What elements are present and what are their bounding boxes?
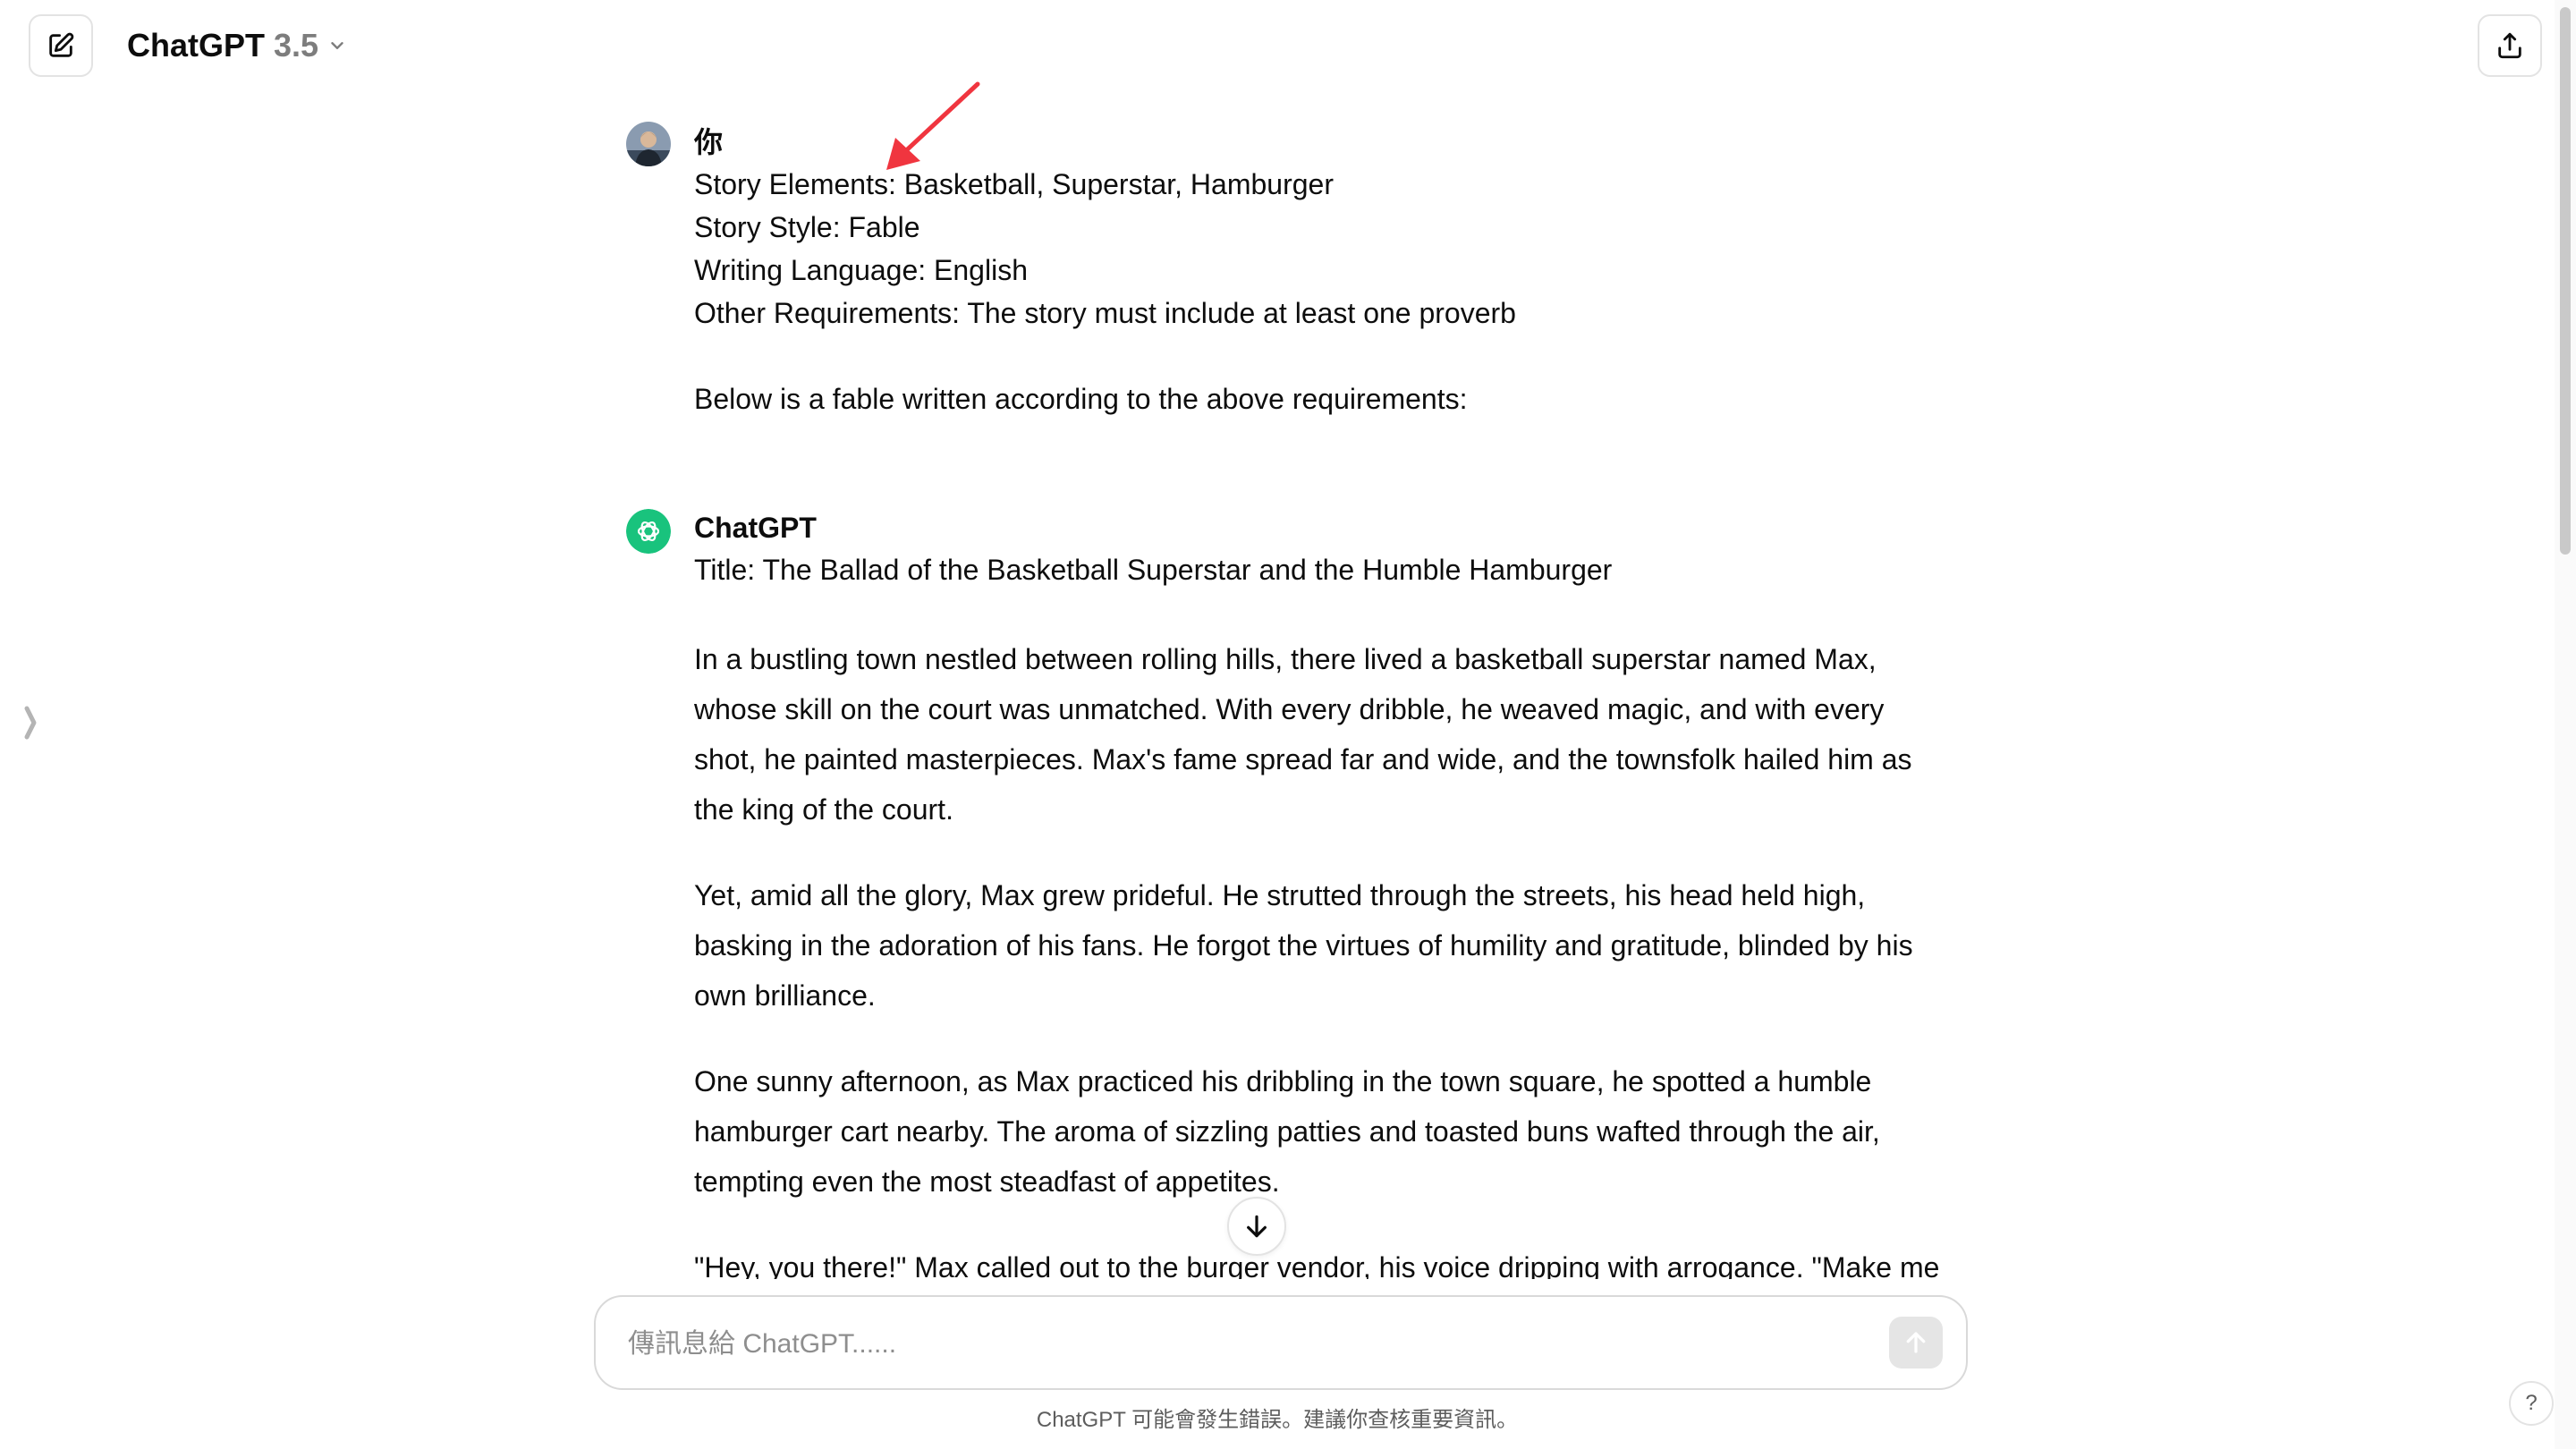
scrollbar[interactable] [2555,0,2576,1449]
scrollbar-thumb[interactable] [2560,7,2571,555]
share-upload-icon [2498,32,2521,59]
story-paragraph: Yet, amid all the glory, Max grew pridef… [694,879,1913,1012]
user-message-line: Story Style: Fable [694,211,920,243]
user-message-line: Below is a fable written according to th… [694,383,1468,415]
story-title: Title: The Ballad of the Basketball Supe… [694,554,1613,586]
share-button[interactable] [2478,14,2542,77]
new-chat-button[interactable] [29,14,93,77]
message-input[interactable] [626,1320,1828,1368]
user-message-line: Writing Language: English [694,254,1028,286]
chatgpt-logo-icon [626,509,671,554]
conversation-thread: 你 Story Elements: Basketball, Superstar,… [0,0,2576,1279]
chevron-right-icon [24,706,37,740]
assistant-message-body: ChatGPT Title: The Ballad of the Basketb… [694,507,1950,1279]
assistant-author-name: ChatGPT [694,512,817,544]
sidebar-toggle-button[interactable] [20,703,41,742]
help-label: ? [2525,1391,2538,1415]
disclaimer-text: ChatGPT 可能會發生錯誤。建議你查核重要資訊。 [1036,1408,1519,1432]
user-avatar [626,122,671,166]
scroll-to-bottom-button[interactable] [1227,1197,1286,1256]
model-version: 3.5 [274,27,319,64]
chevron-down-icon [331,42,343,49]
story-paragraph: "Hey, you there!" Max called out to the … [694,1251,1940,1279]
message-composer [594,1295,1968,1390]
model-switcher[interactable]: ChatGPT 3.5 [127,23,347,68]
send-button[interactable] [1889,1317,1943,1368]
arrow-down-icon [1247,1215,1267,1238]
story-paragraph: In a bustling town nestled between rolli… [694,643,1912,826]
help-button[interactable]: ? [2509,1381,2554,1426]
arrow-up-icon [1906,1332,1926,1353]
chat-page: 你 Story Elements: Basketball, Superstar,… [0,0,2576,1449]
user-message-line: Other Requirements: The story must inclu… [694,297,1516,329]
story-paragraph: One sunny afternoon, as Max practiced hi… [694,1065,1880,1198]
pencil-square-icon [49,32,74,57]
model-name: ChatGPT [127,27,266,64]
red-arrow-annotation [886,81,980,170]
